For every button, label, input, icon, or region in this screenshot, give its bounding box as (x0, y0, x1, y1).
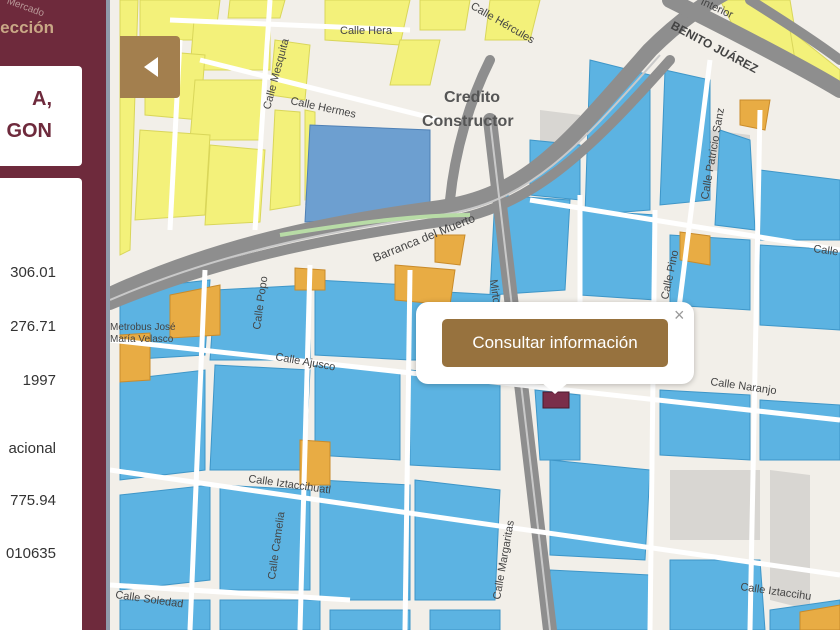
panel-title-text: elección (0, 18, 55, 37)
popup-pointer (541, 382, 569, 394)
street-label: Calle Hera (340, 25, 393, 37)
detail-value: 775.94 (10, 492, 56, 509)
chevron-left-icon (144, 57, 158, 77)
detail-value: 276.71 (10, 318, 56, 335)
detail-value: 1997 (22, 372, 56, 389)
detail-value: 306.01 (10, 264, 56, 281)
poi-label: María Velasco (110, 334, 174, 345)
poi-label: Metrobus José (110, 322, 176, 333)
consult-info-button[interactable]: Consultar información (442, 319, 668, 367)
detail-value: 010635 (5, 545, 56, 562)
area-label-constructor: Constructor (422, 113, 514, 130)
selected-parcel (542, 391, 570, 409)
area-label-credito: Credito (444, 89, 500, 106)
map-popup: × Consultar información (416, 302, 694, 384)
detail-value: acional (8, 440, 56, 457)
address-line-1: A, (32, 88, 52, 110)
details-card: 306.01 276.71 1997 acional 775.94 010635 (0, 178, 82, 630)
collapse-panel-button[interactable] (120, 36, 180, 98)
close-icon[interactable]: × (674, 306, 685, 324)
address-line-2: GON (6, 120, 52, 142)
address-card: A, GON (0, 66, 82, 166)
info-panel: Mercado elección A, GON 306.01 276.71 19… (0, 0, 110, 630)
panel-background-text: Mercado (5, 0, 46, 20)
